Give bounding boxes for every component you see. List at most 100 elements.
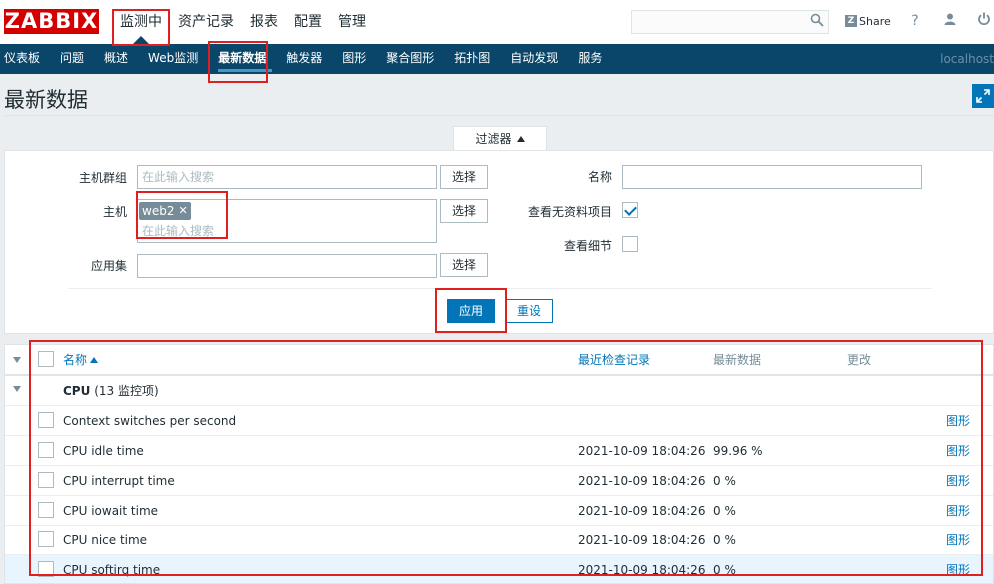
menu-administration[interactable]: 管理 [330,0,374,44]
table-row: CPU softirq time 2021-10-09 18:04:26 0 %… [5,555,993,583]
server-name: localhost [940,52,994,66]
top-bar: ZABBIX 监测中 资产记录 报表 配置 管理 Z Share ? [0,0,994,44]
global-search-input[interactable] [631,10,829,34]
apply-button[interactable]: 应用 [447,299,495,323]
page-title: 最新数据 [4,88,88,112]
sub-menu: 仪表板 问题 概述 Web监测 最新数据 触发器 图形 聚合图形 拓扑图 自动发… [0,44,994,74]
host-group-label: 主机群组 [78,171,127,185]
menu-configuration[interactable]: 配置 [286,0,330,44]
filter-divider [68,288,932,289]
graph-link[interactable]: 图形 [946,406,970,436]
host-search-placeholder: 在此输入搜索 [142,224,215,238]
submenu-web[interactable]: Web监测 [144,44,208,74]
submenu-maps[interactable]: 拓扑图 [450,44,500,74]
row-checkbox[interactable] [38,472,54,488]
table-row: CPU nice time 2021-10-09 18:04:26 0 % 图形 [5,525,993,555]
select-all-checkbox[interactable] [38,351,54,367]
show-items-without-data-checkbox[interactable] [622,202,638,218]
item-last-value: 0 % [713,563,736,577]
graph-link[interactable]: 图形 [946,525,970,555]
sign-out-icon[interactable] [975,12,993,30]
table-header: 名称 最近检查记录 最新数据 更改 [5,345,993,376]
graph-link[interactable]: 图形 [946,496,970,526]
zabbix-share-icon: Z [845,15,857,27]
filter-tab-label: 过滤器 [475,132,512,146]
row-checkbox[interactable] [38,531,54,547]
host-group-input[interactable]: 在此输入搜索 [137,165,437,189]
submenu-problems[interactable]: 问题 [56,44,94,74]
table-row: CPU iowait time 2021-10-09 18:04:26 0 % … [5,496,993,526]
submenu-overview[interactable]: 概述 [100,44,138,74]
latest-data-table: 名称 最近检查记录 最新数据 更改 CPU (13 监控项) Context s… [4,344,994,584]
column-change-header: 更改 [847,353,872,367]
row-checkbox[interactable] [38,412,54,428]
main-menu: 监测中 资产记录 报表 配置 管理 [112,0,374,44]
menu-inventory[interactable]: 资产记录 [170,0,242,44]
item-name: Context switches per second [63,414,237,428]
help-icon[interactable]: ? [906,12,924,30]
fullscreen-icon [976,89,990,103]
row-checkbox[interactable] [38,502,54,518]
application-input[interactable] [137,254,437,278]
table-row: Context switches per second 图形 [5,406,993,436]
submenu-latest-data[interactable]: 最新数据 [214,44,276,74]
table-row: CPU interrupt time 2021-10-09 18:04:26 0… [5,466,993,496]
search-icon[interactable] [809,13,825,29]
menu-reports[interactable]: 报表 [242,0,286,44]
collapse-group-icon[interactable] [13,386,21,392]
name-input[interactable] [622,165,922,189]
table-row: CPU idle time 2021-10-09 18:04:26 99.96 … [5,436,993,466]
sort-asc-icon [90,357,99,363]
item-last-check: 2021-10-09 18:04:26 [578,504,706,518]
submenu-triggers[interactable]: 触发器 [282,44,332,74]
share-button[interactable]: Z Share [845,13,891,29]
user-profile-icon[interactable] [941,12,959,30]
reset-button[interactable]: 重设 [505,299,553,323]
menu-monitoring[interactable]: 监测中 [112,0,170,44]
row-checkbox[interactable] [38,442,54,458]
group-row: CPU (13 监控项) [5,376,993,406]
graph-link[interactable]: 图形 [946,466,970,496]
sub-menu-bar: 仪表板 问题 概述 Web监测 最新数据 触发器 图形 聚合图形 拓扑图 自动发… [0,44,994,74]
title-divider [4,115,994,116]
item-last-value: 99.96 % [713,444,763,458]
group-label: CPU (13 监控项) [63,384,159,398]
item-last-value: 0 % [713,533,736,547]
item-last-value: 0 % [713,474,736,488]
collapse-all-icon[interactable] [13,357,21,363]
column-last-check-header[interactable]: 最近检查记录 [578,345,650,375]
graph-link[interactable]: 图形 [946,555,970,583]
share-label: Share [859,14,891,28]
item-last-check: 2021-10-09 18:04:26 [578,444,706,458]
item-name: CPU nice time [63,533,148,547]
submenu-services[interactable]: 服务 [574,44,612,74]
submenu-screens[interactable]: 聚合图形 [382,44,444,74]
application-select-button[interactable]: 选择 [440,253,488,277]
item-name: CPU idle time [63,444,144,458]
host-label: 主机 [102,205,127,219]
item-last-check: 2021-10-09 18:04:26 [578,533,706,547]
fullscreen-button[interactable] [972,84,994,108]
submenu-graphs[interactable]: 图形 [338,44,376,74]
submenu-discovery[interactable]: 自动发现 [506,44,568,74]
row-checkbox[interactable] [38,561,54,577]
remove-tag-icon[interactable]: ✕ [178,202,187,220]
filter-tab[interactable]: 过滤器 [453,126,547,151]
item-last-check: 2021-10-09 18:04:26 [578,474,706,488]
name-label: 名称 [587,170,612,184]
collapse-arrow-icon [516,136,525,142]
submenu-dashboard[interactable]: 仪表板 [0,44,50,74]
item-name: CPU softirq time [63,563,161,577]
column-name-header[interactable]: 名称 [63,345,99,375]
graph-link[interactable]: 图形 [946,436,970,466]
host-group-select-button[interactable]: 选择 [440,165,488,189]
host-select-button[interactable]: 选择 [440,199,488,223]
host-tag-label: web2 [142,204,175,218]
show-items-without-data-label: 查看无资料项目 [527,205,612,219]
item-name: CPU iowait time [63,504,159,518]
show-details-label: 查看细节 [563,239,612,253]
show-details-checkbox[interactable] [622,236,638,252]
application-label: 应用集 [90,259,127,273]
zabbix-logo[interactable]: ZABBIX [4,9,99,34]
host-tag-web2: web2 ✕ [139,202,191,220]
